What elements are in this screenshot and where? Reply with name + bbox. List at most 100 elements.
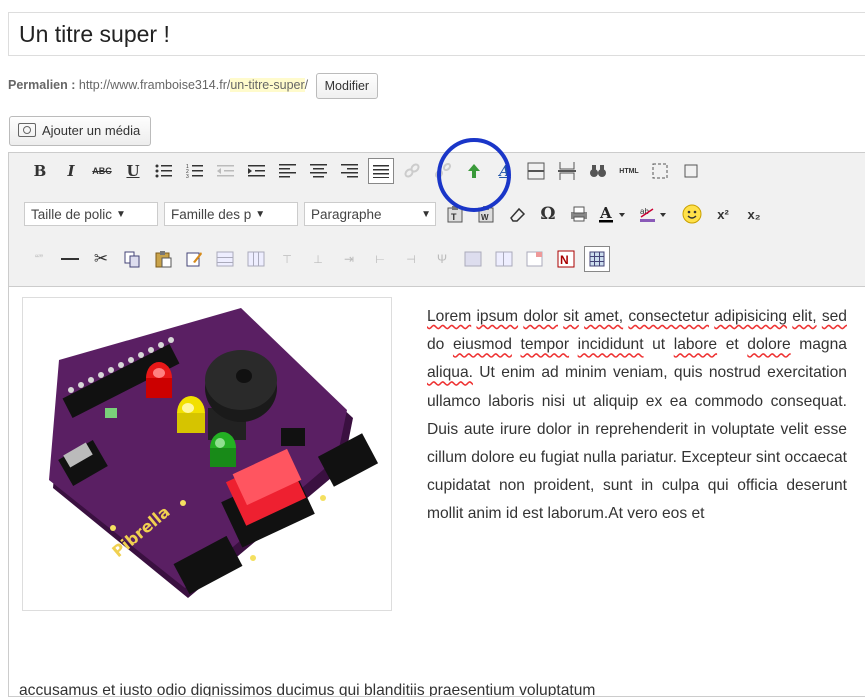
paragraph-word: nostrud — [708, 364, 761, 382]
numbered-list-icon[interactable]: 123 — [182, 158, 208, 184]
indent-icon[interactable] — [244, 158, 270, 184]
paragraph-word: tempor — [520, 336, 570, 354]
pibrella-board-illustration: Pibrella — [49, 308, 379, 598]
delete-row-icon[interactable]: ⇥ — [336, 246, 362, 272]
svg-text:A: A — [599, 205, 612, 222]
paste-word-icon[interactable]: W — [473, 201, 499, 227]
more-icon[interactable] — [678, 158, 704, 184]
paragraph-word: nisi — [541, 392, 566, 410]
fullscreen-icon[interactable] — [647, 158, 673, 184]
paragraph-word: aliqua. — [427, 364, 473, 382]
paragraph-word: Lorem — [427, 308, 472, 325]
table-props-icon[interactable] — [243, 246, 269, 272]
post-title-input[interactable] — [8, 12, 865, 56]
page-break-icon[interactable] — [554, 158, 580, 184]
paragraph-word: aute — [463, 420, 495, 438]
bullet-list-icon[interactable] — [151, 158, 177, 184]
special-char-icon[interactable]: Ω — [535, 201, 561, 227]
superscript-icon[interactable]: x² — [710, 201, 736, 227]
align-right-icon[interactable] — [337, 158, 363, 184]
bold-icon[interactable]: B — [27, 158, 53, 184]
paste-icon[interactable] — [150, 246, 176, 272]
permalink-bar: Permalien : http://www.framboise314.fr/u… — [8, 72, 379, 99]
cell-props-icon[interactable] — [522, 246, 548, 272]
add-media-label: Ajouter un média — [42, 123, 141, 138]
paragraph-word: sunt — [602, 477, 633, 495]
align-justify-icon[interactable] — [368, 158, 394, 184]
font-size-select[interactable]: Taille de polic ▼ — [24, 202, 158, 226]
paragraph-word: eu — [518, 449, 537, 467]
paragraph-word: Duis — [427, 420, 459, 438]
paragraph-word: Ut — [479, 364, 495, 382]
permalink-slug[interactable]: un-titre-super — [230, 78, 305, 92]
strikethrough-icon[interactable]: ABC — [89, 158, 115, 184]
chevron-down-icon: ▼ — [255, 208, 266, 220]
paragraph-word: laborum.At — [547, 505, 623, 523]
text-color-icon[interactable]: A — [597, 201, 633, 227]
format-select[interactable]: Paragraphe ▼ — [304, 202, 436, 226]
svg-text:N: N — [560, 253, 569, 267]
paragraph-word: quis — [673, 364, 703, 382]
chevron-down-icon: ▼ — [421, 208, 431, 220]
cut-icon[interactable]: ✂ — [88, 246, 114, 272]
visual-aid-icon[interactable] — [584, 246, 610, 272]
insert-col-after-icon[interactable]: ⊣ — [398, 246, 424, 272]
paragraph-word: ipsum — [476, 308, 519, 325]
merge-cells-icon[interactable] — [491, 246, 517, 272]
print-icon[interactable] — [566, 201, 592, 227]
insert-link-icon[interactable] — [399, 158, 425, 184]
editor-content[interactable]: Pibrella Lorem ipsum dolor sit amet, con… — [9, 287, 865, 696]
chevron-down-icon: ▼ — [116, 208, 126, 220]
paragraph-word: sint — [755, 449, 781, 467]
edit-icon[interactable] — [181, 246, 207, 272]
board-image[interactable]: Pibrella — [22, 297, 392, 611]
smiley-icon[interactable] — [679, 201, 705, 227]
toolbar-row-3: “” ✂ ⊤ ⊥ ⇥ ⊢ ⊣ Ψ N — [26, 241, 615, 277]
insert-row-before-icon[interactable]: ⊤ — [274, 246, 300, 272]
horizontal-line-icon[interactable] — [57, 246, 83, 272]
paragraph-word: ut — [572, 392, 586, 410]
subscript-icon[interactable]: x₂ — [741, 201, 767, 227]
paragraph-word: eos — [661, 505, 688, 523]
font-family-select[interactable]: Famille des p ▼ — [164, 202, 298, 226]
italic-icon[interactable]: I — [58, 158, 84, 184]
eraser-icon[interactable] — [504, 201, 530, 227]
insert-image-icon[interactable] — [461, 158, 487, 184]
insert-row-after-icon[interactable]: ⊥ — [305, 246, 331, 272]
split-cells-icon[interactable] — [460, 246, 486, 272]
editor: B I ABC U 123 A HTML Taille de polic ▼ F… — [8, 152, 865, 697]
modify-permalink-button[interactable]: Modifier — [315, 72, 379, 99]
paragraph-word: cillum — [427, 449, 467, 467]
find-replace-icon[interactable] — [585, 158, 611, 184]
copy-icon[interactable] — [119, 246, 145, 272]
highlight-color-icon[interactable]: ab — [638, 201, 674, 227]
blockquote-icon[interactable]: “” — [26, 246, 52, 272]
align-center-icon[interactable] — [306, 158, 332, 184]
unlink-icon[interactable] — [430, 158, 456, 184]
paragraph-word: non — [498, 477, 525, 495]
align-left-icon[interactable] — [275, 158, 301, 184]
paragraph-word: laboris — [488, 392, 535, 410]
html-icon[interactable]: HTML — [616, 158, 642, 184]
paragraph-word: sit — [563, 308, 579, 325]
paste-text-icon[interactable]: T — [442, 201, 468, 227]
body-paragraph[interactable]: Lorem ipsum dolor sit amet, consectetur … — [427, 303, 847, 529]
table-icon[interactable] — [212, 246, 238, 272]
paragraph-word: et — [691, 505, 705, 523]
paragraph-word: enim — [501, 364, 536, 382]
spellcheck-icon[interactable]: A — [492, 158, 518, 184]
underline-icon[interactable]: U — [120, 158, 146, 184]
font-family-label: Famille des p — [171, 206, 252, 222]
delete-col-icon[interactable]: Ψ — [429, 246, 455, 272]
outdent-icon[interactable] — [213, 158, 239, 184]
font-size-label: Taille de polic — [31, 206, 113, 222]
paragraph-word: officia — [737, 477, 778, 495]
anchor-icon[interactable]: N — [553, 246, 579, 272]
horizontal-rule-icon[interactable] — [523, 158, 549, 184]
paragraph-word: magna — [799, 336, 847, 354]
add-media-button[interactable]: Ajouter un média — [9, 116, 152, 146]
paragraph-word: adipisicing — [714, 308, 788, 325]
paragraph-word: Excepteur — [681, 449, 752, 467]
body-paragraph-tail[interactable]: accusamus et iusto odio dignissimos duci… — [19, 677, 859, 696]
insert-col-before-icon[interactable]: ⊢ — [367, 246, 393, 272]
